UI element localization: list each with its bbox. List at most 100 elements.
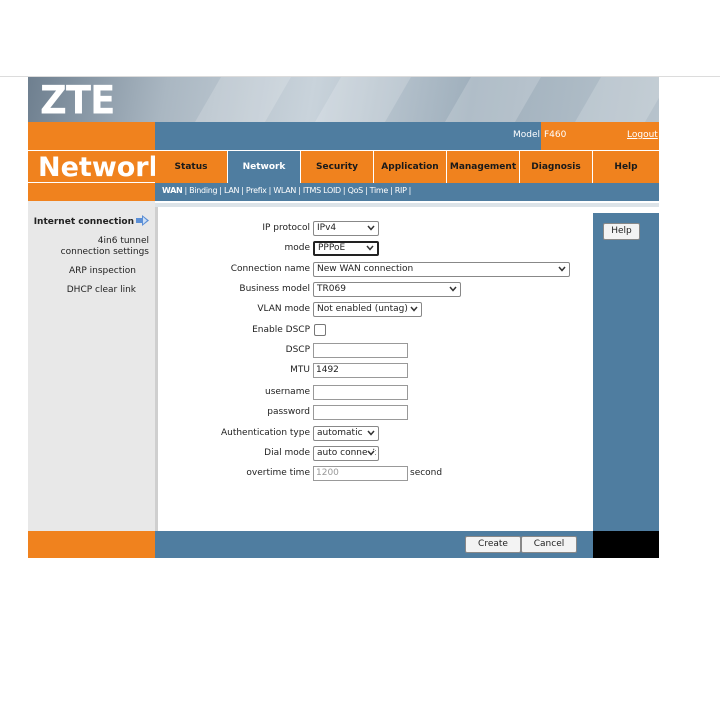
tab-help[interactable]: Help <box>593 151 659 183</box>
sidebar: Internet connection 4in6 tunnel connecti… <box>28 201 155 531</box>
sidebar-item-arp-inspection[interactable]: ARP inspection <box>28 266 136 277</box>
left-orange-strip <box>28 183 155 201</box>
ip-protocol-value: IPv4 <box>317 223 337 233</box>
tab-status[interactable]: Status <box>155 151 228 183</box>
row-password: password <box>158 405 596 421</box>
row-business-model: Business model TR069 <box>158 282 596 298</box>
enable-dscp-checkbox[interactable] <box>314 324 326 336</box>
left-orange-block <box>28 122 155 150</box>
subnav-qos[interactable]: QoS <box>348 186 364 195</box>
ip-protocol-label: IP protocol <box>262 223 310 233</box>
dscp-input[interactable] <box>313 343 408 358</box>
subnav-rip[interactable]: RIP <box>395 186 407 195</box>
auth-type-label: Authentication type <box>220 428 310 438</box>
username-input[interactable] <box>313 385 408 400</box>
chevron-down-icon <box>367 225 375 231</box>
mode-select[interactable]: PPPoE <box>313 241 379 256</box>
tab-management[interactable]: Management <box>447 151 520 183</box>
password-label: password <box>267 407 310 417</box>
business-model-select[interactable]: TR069 <box>313 282 461 297</box>
dial-mode-label: Dial mode <box>264 448 310 458</box>
footer-corner <box>593 531 659 558</box>
row-enable-dscp: Enable DSCP <box>158 323 596 339</box>
tab-diagnosis[interactable]: Diagnosis <box>520 151 593 183</box>
username-label: username <box>265 387 310 397</box>
sidebar-item-label: 4in6 tunnel connection settings <box>60 236 149 257</box>
arrow-right-icon <box>136 215 149 226</box>
vlan-mode-select[interactable]: Not enabled (untag) <box>313 302 422 317</box>
logout-link[interactable]: Logout <box>627 130 658 140</box>
password-input[interactable] <box>313 405 408 420</box>
model-value-box: F460 Logout <box>541 122 659 150</box>
vlan-mode-label: VLAN mode <box>257 304 310 314</box>
business-model-value: TR069 <box>317 284 346 294</box>
row-vlan-mode: VLAN mode Not enabled (untag) <box>158 302 596 318</box>
sidebar-item-label: Internet connection <box>33 217 134 227</box>
subnav-wan[interactable]: WAN <box>162 186 183 195</box>
chevron-down-icon <box>558 266 566 272</box>
row-mode: mode PPPoE <box>158 241 596 257</box>
mtu-label: MTU <box>290 365 310 375</box>
row-mtu: MTU 1492 <box>158 363 596 379</box>
wan-form: IP protocol IPv4 mode PPPoE Connection n… <box>155 207 593 531</box>
chevron-down-icon <box>410 306 418 312</box>
router-admin-frame: ZTE Network Internet connection 4in6 tun… <box>28 77 659 558</box>
mtu-input[interactable]: 1492 <box>313 363 408 378</box>
tab-application[interactable]: Application <box>374 151 447 183</box>
chevron-down-icon <box>449 286 457 292</box>
model-bar: Model: F460 Logout <box>155 122 659 150</box>
vlan-mode-value: Not enabled (untag) <box>317 304 408 314</box>
subnav-binding[interactable]: Binding <box>189 186 217 195</box>
dial-mode-select[interactable]: auto connect <box>313 446 379 461</box>
sidebar-item-4in6-tunnel[interactable]: 4in6 tunnel connection settings <box>28 236 149 258</box>
row-dial-mode: Dial mode auto connect <box>158 446 596 462</box>
main-nav: Status Network Security Application Mana… <box>155 150 659 183</box>
subnav-lan[interactable]: LAN <box>224 186 240 195</box>
subnav-time[interactable]: Time <box>370 186 389 195</box>
overtime-unit: second <box>410 468 443 478</box>
header-banner: ZTE <box>28 77 659 122</box>
tab-security[interactable]: Security <box>301 151 374 183</box>
help-panel: Help <box>593 213 659 531</box>
dscp-label: DSCP <box>285 345 310 355</box>
enable-dscp-label: Enable DSCP <box>252 325 310 335</box>
zte-logo: ZTE <box>40 77 115 122</box>
mode-value: PPPoE <box>318 243 346 253</box>
row-connection-name: Connection name New WAN connection <box>158 262 596 278</box>
sidebar-item-label: ARP inspection <box>68 266 136 276</box>
connection-name-value: New WAN connection <box>317 264 414 274</box>
subnav-itms-loid[interactable]: ITMS LOID <box>303 186 341 195</box>
auth-type-value: automatic <box>317 428 363 438</box>
action-bar: Create Cancel <box>155 531 593 558</box>
left-orange-footer <box>28 531 155 558</box>
section-title-box: Network <box>28 150 167 183</box>
sidebar-item-internet-connection[interactable]: Internet connection <box>28 215 149 228</box>
auth-type-select[interactable]: automatic <box>313 426 379 441</box>
subnav-wlan[interactable]: WLAN <box>273 186 296 195</box>
business-model-label: Business model <box>239 284 310 294</box>
tab-network[interactable]: Network <box>228 151 301 183</box>
row-overtime: overtime time 1200 second <box>158 466 596 482</box>
row-ip-protocol: IP protocol IPv4 <box>158 221 596 237</box>
subnav-prefix[interactable]: Prefix <box>246 186 267 195</box>
connection-name-label: Connection name <box>230 264 310 274</box>
ip-protocol-select[interactable]: IPv4 <box>313 221 379 236</box>
create-button[interactable]: Create <box>465 536 521 553</box>
section-title: Network <box>38 152 167 183</box>
help-button[interactable]: Help <box>603 223 640 240</box>
sidebar-item-dhcp-clear-link[interactable]: DHCP clear link <box>28 285 136 296</box>
sub-nav: WAN | Binding | LAN | Prefix | WLAN | ITMS LOID | Qo… <box>155 183 659 201</box>
row-dscp: DSCP <box>158 343 596 359</box>
connection-name-select[interactable]: New WAN connection <box>313 262 570 277</box>
overtime-label: overtime time <box>246 468 310 478</box>
chevron-down-icon <box>366 245 374 251</box>
cancel-button[interactable]: Cancel <box>521 536 577 553</box>
model-label: Model: <box>513 130 544 140</box>
model-value: F460 <box>544 130 567 140</box>
row-auth-type: Authentication type automatic <box>158 426 596 442</box>
page: ZTE Network Internet connection 4in6 tun… <box>0 0 720 720</box>
overtime-input[interactable]: 1200 <box>313 466 408 481</box>
mode-label: mode <box>284 243 310 253</box>
chevron-down-icon <box>367 430 375 436</box>
chevron-down-icon <box>367 450 375 456</box>
